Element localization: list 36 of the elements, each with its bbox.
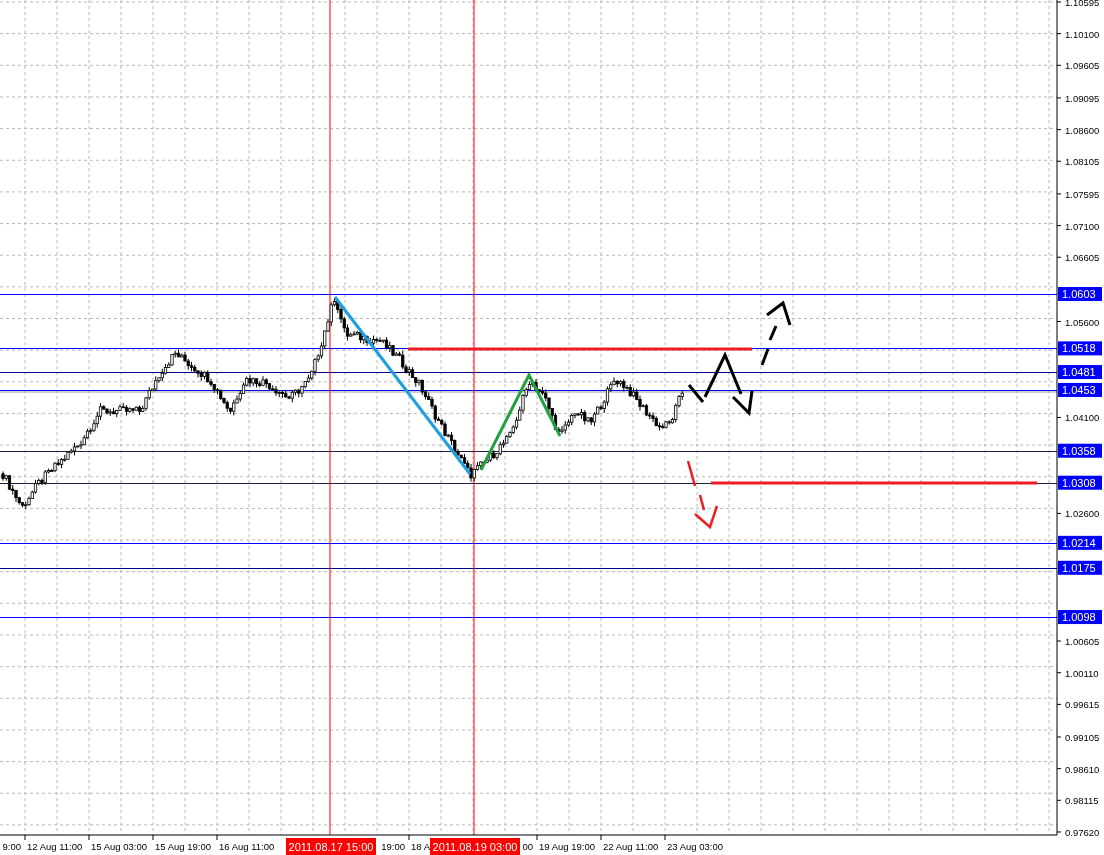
price-axis-label: 1.07595 <box>1065 188 1100 200</box>
price-axis-label: 0.99105 <box>1065 732 1100 743</box>
price-axis-label: 1.00110 <box>1065 667 1099 679</box>
price-axis-label: 0.98610 <box>1065 763 1100 775</box>
price-axis-label: 1.05600 <box>1065 316 1100 328</box>
price-axis-label: 1.06605 <box>1065 252 1100 264</box>
price-axis-label: 0.99615 <box>1065 699 1100 711</box>
price-label: 1.0603 <box>1058 287 1102 301</box>
price-axis-label: 1.09605 <box>1065 60 1100 72</box>
price-axis-label: 1.10595 <box>1065 0 1100 8</box>
price-axis-label: 1.04100 <box>1065 412 1100 424</box>
price-axis-label: 0.98115 <box>1065 795 1099 807</box>
price-axis-label: 1.00605 <box>1065 636 1100 648</box>
price-axis-label: 1.09095 <box>1065 92 1100 104</box>
time-axis-label: 23 Aug 03:00 <box>667 841 723 852</box>
time-axis-label: 15 Aug 19:00 <box>155 841 211 852</box>
price-label: 1.0098 <box>1058 610 1102 625</box>
time-axis-label: 22 Aug 11:00 <box>603 841 659 852</box>
time-axis-label: 00 <box>522 841 533 852</box>
time-axis-label: 9:00 <box>2 841 21 852</box>
date-label: 2011.08.17 15:00 <box>286 838 376 855</box>
price-axis-label: 1.08600 <box>1065 124 1100 136</box>
time-axis-label: 19:00 <box>381 841 405 852</box>
time-axis-label: 19 Aug 19:00 <box>539 841 595 852</box>
price-label: 1.0481 <box>1058 365 1102 380</box>
time-axis-label: 12 Aug 11:00 <box>27 841 83 852</box>
price-axis-label: 0.97620 <box>1065 827 1100 838</box>
price-label: 1.0518 <box>1058 341 1102 356</box>
time-axis-label: 16 Aug 11:00 <box>219 841 275 852</box>
date-label: 2011.08.19 03:00 <box>430 838 520 855</box>
price-axis-label: 1.08105 <box>1065 156 1100 168</box>
time-axis-label: 18 A <box>411 841 431 852</box>
time-axis-label: 15 Aug 03:00 <box>91 841 147 852</box>
price-axis-label: 1.10100 <box>1065 28 1100 40</box>
price-axis-label: 1.07100 <box>1065 220 1100 232</box>
price-axis-label: 1.02600 <box>1065 508 1100 520</box>
